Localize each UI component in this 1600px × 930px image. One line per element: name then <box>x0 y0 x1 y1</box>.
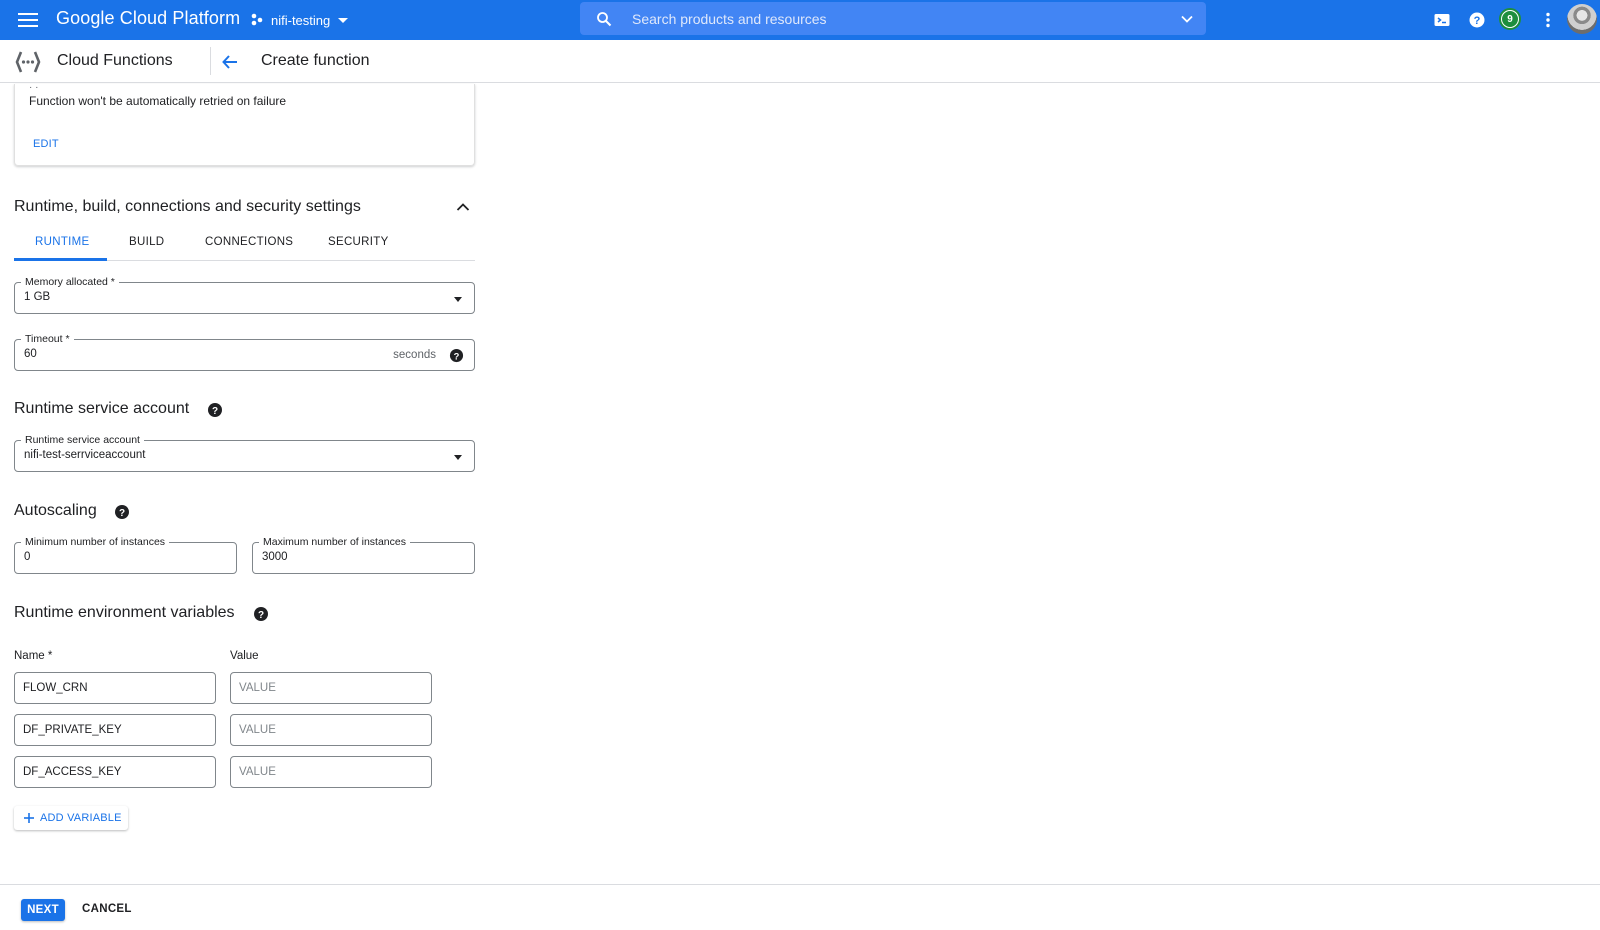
tab-security[interactable]: SECURITY <box>328 236 389 248</box>
help-icon[interactable]: ? <box>1467 10 1487 30</box>
tab-runtime[interactable]: RUNTIME <box>35 236 90 248</box>
memory-label: Memory allocated * <box>21 275 119 289</box>
svg-text:?: ? <box>258 610 264 621</box>
min-instances-value[interactable]: 0 <box>24 551 30 563</box>
min-instances-label: Minimum number of instances <box>21 535 170 549</box>
env-value-input[interactable]: VALUE <box>230 672 432 704</box>
timeout-suffix: seconds <box>393 349 436 361</box>
search-bar[interactable] <box>580 2 1206 35</box>
max-instances-label: Maximum number of instances <box>259 535 410 549</box>
plus-icon <box>24 813 34 823</box>
chevron-up-icon[interactable] <box>455 199 471 215</box>
more-vert-icon[interactable] <box>1538 10 1558 30</box>
retry-status-text: Function won't be automatically retried … <box>29 94 287 108</box>
env-value-input[interactable]: VALUE <box>230 756 432 788</box>
autoscaling-heading: Autoscaling <box>14 502 97 519</box>
page-title: Create function <box>261 52 370 69</box>
dropdown-arrow-icon[interactable] <box>454 297 462 302</box>
project-icon <box>251 13 263 26</box>
help-icon[interactable]: ? <box>114 504 130 520</box>
edit-trigger-button[interactable]: EDIT <box>33 138 59 150</box>
env-name-input[interactable]: DF_PRIVATE_KEY <box>14 714 216 746</box>
env-name-input[interactable]: DF_ACCESS_KEY <box>14 756 216 788</box>
cloud-functions-icon <box>15 51 41 73</box>
timeout-field[interactable]: Timeout * 60 seconds ? <box>14 332 475 371</box>
max-instances-value[interactable]: 3000 <box>262 551 288 563</box>
notification-count: 9 <box>1502 11 1518 27</box>
back-arrow-icon[interactable] <box>220 52 240 72</box>
account-avatar[interactable] <box>1567 4 1597 34</box>
timeout-label: Timeout * <box>21 332 74 346</box>
chevron-down-icon[interactable] <box>1180 12 1194 26</box>
product-title: Cloud Functions <box>57 52 173 69</box>
menu-icon[interactable] <box>18 10 38 30</box>
service-account-label: Runtime service account <box>21 433 144 447</box>
chevron-down-icon <box>338 17 349 23</box>
search-icon[interactable] <box>596 11 612 27</box>
add-variable-button[interactable]: ADD VARIABLE <box>14 806 128 830</box>
tab-build[interactable]: BUILD <box>129 236 164 248</box>
min-instances-field[interactable]: Minimum number of instances 0 <box>14 535 237 574</box>
env-vars-heading: Runtime environment variables <box>14 604 235 621</box>
trigger-summary-card: · · Function won't be automatically retr… <box>14 82 475 166</box>
cloud-shell-icon[interactable] <box>1432 10 1452 30</box>
service-account-select[interactable]: Runtime service account nifi-test-serrvi… <box>14 433 475 472</box>
svg-text:?: ? <box>1474 15 1481 27</box>
search-input[interactable] <box>630 2 1150 35</box>
help-icon[interactable]: ? <box>207 402 223 418</box>
next-button[interactable]: NEXT <box>21 899 65 921</box>
value-column-header: Value <box>230 650 259 662</box>
help-icon[interactable]: ? <box>253 606 269 622</box>
svg-text:?: ? <box>212 406 218 417</box>
truncated-text: · · <box>29 82 39 93</box>
active-tab-indicator <box>14 258 107 261</box>
name-column-header: Name * <box>14 650 53 662</box>
form-footer: NEXT CANCEL <box>0 884 1600 930</box>
add-variable-label: ADD VARIABLE <box>40 812 122 824</box>
env-value-input[interactable]: VALUE <box>230 714 432 746</box>
help-icon[interactable]: ? <box>449 348 464 363</box>
max-instances-field[interactable]: Maximum number of instances 3000 <box>252 535 475 574</box>
settings-tabs: RUNTIME BUILD CONNECTIONS SECURITY <box>14 226 475 261</box>
project-selector[interactable]: nifi-testing <box>250 10 349 30</box>
notification-badge[interactable]: 9 <box>1499 8 1521 30</box>
memory-select[interactable]: Memory allocated * 1 GB <box>14 275 475 314</box>
svg-text:?: ? <box>119 508 125 519</box>
tab-connections[interactable]: CONNECTIONS <box>205 236 293 248</box>
env-name-input[interactable]: FLOW_CRN <box>14 672 216 704</box>
brand-title[interactable]: Google Cloud Platform <box>56 8 240 29</box>
svg-text:?: ? <box>454 351 460 361</box>
memory-value: 1 GB <box>24 291 51 303</box>
top-app-bar: Google Cloud Platform nifi-testing ? 9 <box>0 0 1600 40</box>
service-account-value: nifi-test-serrviceaccount <box>24 449 146 461</box>
settings-heading[interactable]: Runtime, build, connections and security… <box>14 198 361 216</box>
header-divider <box>210 47 211 75</box>
cancel-button[interactable]: CANCEL <box>82 903 132 915</box>
timeout-value[interactable]: 60 <box>24 348 37 360</box>
project-name: nifi-testing <box>271 12 331 28</box>
dropdown-arrow-icon[interactable] <box>454 455 462 460</box>
product-header: Cloud Functions Create function <box>0 40 1600 83</box>
service-account-heading: Runtime service account <box>14 400 190 417</box>
